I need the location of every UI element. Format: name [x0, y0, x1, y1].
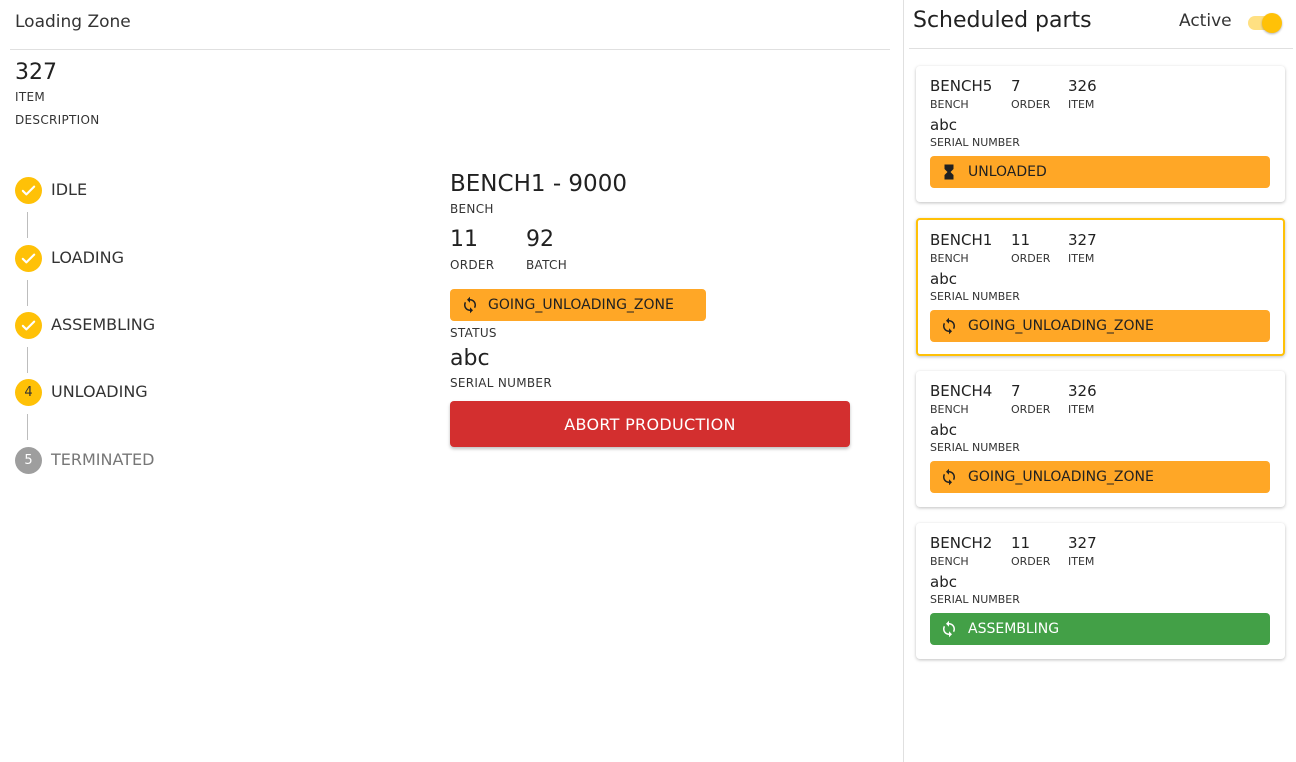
status-label: STATUS — [450, 326, 497, 340]
check-icon — [15, 245, 42, 272]
card-serial: abc — [930, 116, 957, 134]
scheduled-card[interactable]: BENCH5 BENCH 7 ORDER 326 ITEM abc SERIAL… — [916, 66, 1285, 202]
scheduled-card-selected[interactable]: BENCH1 BENCH 11 ORDER 327 ITEM abc SERIA… — [916, 218, 1285, 356]
status-text: GOING_UNLOADING_ZONE — [968, 318, 1154, 334]
card-item-label: ITEM — [1068, 98, 1095, 111]
bench-title: BENCH1 - 9000 — [450, 171, 627, 197]
card-order: 7 — [1011, 382, 1021, 400]
status-text: GOING_UNLOADING_ZONE — [488, 297, 674, 313]
card-serial-label: SERIAL NUMBER — [930, 136, 1020, 149]
step-connector — [27, 280, 28, 306]
card-item: 327 — [1068, 231, 1097, 249]
status-badge: ASSEMBLING — [930, 613, 1270, 645]
serial-label: SERIAL NUMBER — [450, 376, 552, 390]
status-badge: GOING_UNLOADING_ZONE — [930, 461, 1270, 493]
card-bench: BENCH2 — [930, 534, 993, 552]
step-label: LOADING — [51, 248, 125, 267]
item-label: ITEM — [15, 90, 46, 104]
scheduled-card[interactable]: BENCH2 BENCH 11 ORDER 327 ITEM abc SERIA… — [916, 523, 1285, 659]
sync-icon — [943, 468, 955, 486]
card-bench-label: BENCH — [930, 555, 969, 568]
zone-title: Loading Zone — [15, 12, 131, 32]
card-order: 11 — [1011, 534, 1031, 552]
card-order-label: ORDER — [1011, 252, 1051, 265]
card-order: 7 — [1011, 77, 1021, 95]
card-serial: abc — [930, 270, 957, 288]
serial-value: abc — [450, 346, 490, 371]
divider — [909, 48, 1293, 49]
step-connector — [27, 212, 28, 238]
status-badge: UNLOADED — [930, 156, 1270, 188]
card-serial: abc — [930, 421, 957, 439]
check-icon — [15, 177, 42, 204]
card-item: 326 — [1068, 382, 1097, 400]
sync-icon — [943, 317, 955, 335]
card-bench: BENCH1 — [930, 231, 993, 249]
card-item-label: ITEM — [1068, 252, 1095, 265]
item-number: 327 — [15, 60, 57, 85]
order-label: ORDER — [450, 258, 495, 272]
bench-label: BENCH — [450, 202, 494, 216]
card-order-label: ORDER — [1011, 98, 1051, 111]
step-number: 4 — [15, 379, 42, 406]
status-badge: GOING_UNLOADING_ZONE — [930, 310, 1270, 342]
card-serial-label: SERIAL NUMBER — [930, 441, 1020, 454]
card-bench-label: BENCH — [930, 252, 969, 265]
panel-title: Scheduled parts — [913, 8, 1092, 33]
toggle-thumb — [1262, 13, 1282, 33]
step-label: UNLOADING — [51, 382, 148, 401]
card-item-label: ITEM — [1068, 403, 1095, 416]
step-label: ASSEMBLING — [51, 315, 156, 334]
status-text: UNLOADED — [968, 164, 1047, 180]
card-item-label: ITEM — [1068, 555, 1095, 568]
card-bench-label: BENCH — [930, 403, 969, 416]
divider — [10, 49, 890, 50]
scheduled-card[interactable]: BENCH4 BENCH 7 ORDER 326 ITEM abc SERIAL… — [916, 371, 1285, 507]
step-number: 5 — [15, 447, 42, 474]
card-serial: abc — [930, 573, 957, 591]
card-bench-label: BENCH — [930, 98, 969, 111]
status-text: GOING_UNLOADING_ZONE — [968, 469, 1154, 485]
status-badge: GOING_UNLOADING_ZONE — [450, 289, 706, 321]
card-serial-label: SERIAL NUMBER — [930, 290, 1020, 303]
active-label: Active — [1179, 11, 1232, 31]
card-item: 326 — [1068, 77, 1097, 95]
abort-production-button[interactable]: ABORT PRODUCTION — [450, 401, 850, 447]
scheduled-parts-panel: Scheduled parts Active BENCH5 BENCH 7 OR… — [903, 0, 1296, 762]
status-text: ASSEMBLING — [968, 621, 1060, 637]
card-order-label: ORDER — [1011, 555, 1051, 568]
sync-icon — [464, 296, 476, 314]
description-label: DESCRIPTION — [15, 113, 100, 127]
card-item: 327 — [1068, 534, 1097, 552]
step-connector — [27, 414, 28, 440]
card-bench: BENCH4 — [930, 382, 993, 400]
card-order-label: ORDER — [1011, 403, 1051, 416]
card-bench: BENCH5 — [930, 77, 993, 95]
batch-label: BATCH — [526, 258, 568, 272]
step-label: TERMINATED — [51, 450, 155, 469]
active-toggle[interactable] — [1246, 13, 1282, 33]
step-connector — [27, 347, 28, 373]
sync-icon — [943, 620, 955, 638]
batch-value: 92 — [526, 227, 554, 252]
check-icon — [15, 312, 42, 339]
order-value: 11 — [450, 227, 478, 252]
loading-zone-panel: Loading Zone 327 ITEM DESCRIPTION IDLE L… — [0, 0, 903, 762]
hourglass-icon — [944, 164, 954, 180]
card-serial-label: SERIAL NUMBER — [930, 593, 1020, 606]
step-label: IDLE — [51, 180, 88, 199]
card-order: 11 — [1011, 231, 1031, 249]
